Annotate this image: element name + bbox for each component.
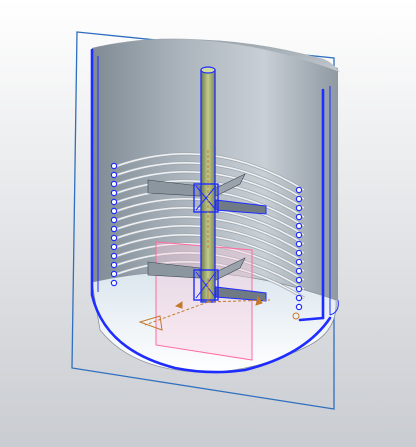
shaft-top — [200, 66, 216, 74]
model-canvas[interactable] — [0, 0, 416, 447]
cad-3d-viewport[interactable] — [0, 0, 416, 447]
